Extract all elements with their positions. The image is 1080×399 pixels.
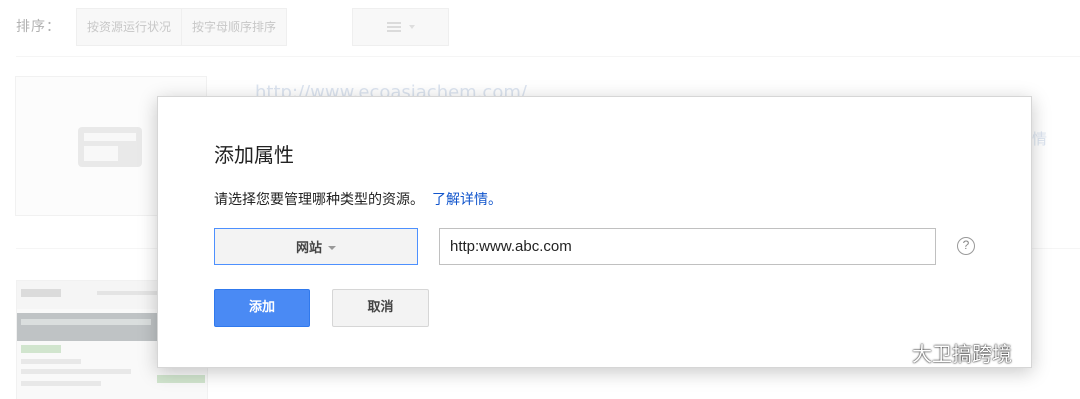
watermark: 大卫搞跨境 [862, 338, 1012, 366]
resource-type-select[interactable]: 网站 [214, 228, 418, 265]
wechat-icon [864, 341, 902, 363]
description-text: 请选择您要管理哪种类型的资源。 [214, 192, 424, 208]
add-button[interactable]: 添加 [214, 289, 310, 327]
url-input[interactable] [439, 228, 936, 265]
add-property-dialog: 添加属性 请选择您要管理哪种类型的资源。了解详情。 网站 ? 添加 取消 [157, 96, 1032, 368]
resource-type-value: 网站 [295, 241, 322, 256]
chevron-down-icon [328, 245, 336, 250]
dialog-title: 添加属性 [214, 143, 294, 167]
search-console-page: 排序： 按资源运行状况 按字母顺序排序 http://www.ecoasiach… [0, 0, 1080, 399]
watermark-text: 大卫搞跨境 [912, 341, 1012, 366]
learn-more-link[interactable]: 了解详情。 [432, 192, 502, 208]
cancel-button[interactable]: 取消 [332, 289, 429, 327]
dialog-description: 请选择您要管理哪种类型的资源。 了解详情。 [214, 189, 502, 209]
help-icon[interactable]: ? [957, 237, 975, 255]
